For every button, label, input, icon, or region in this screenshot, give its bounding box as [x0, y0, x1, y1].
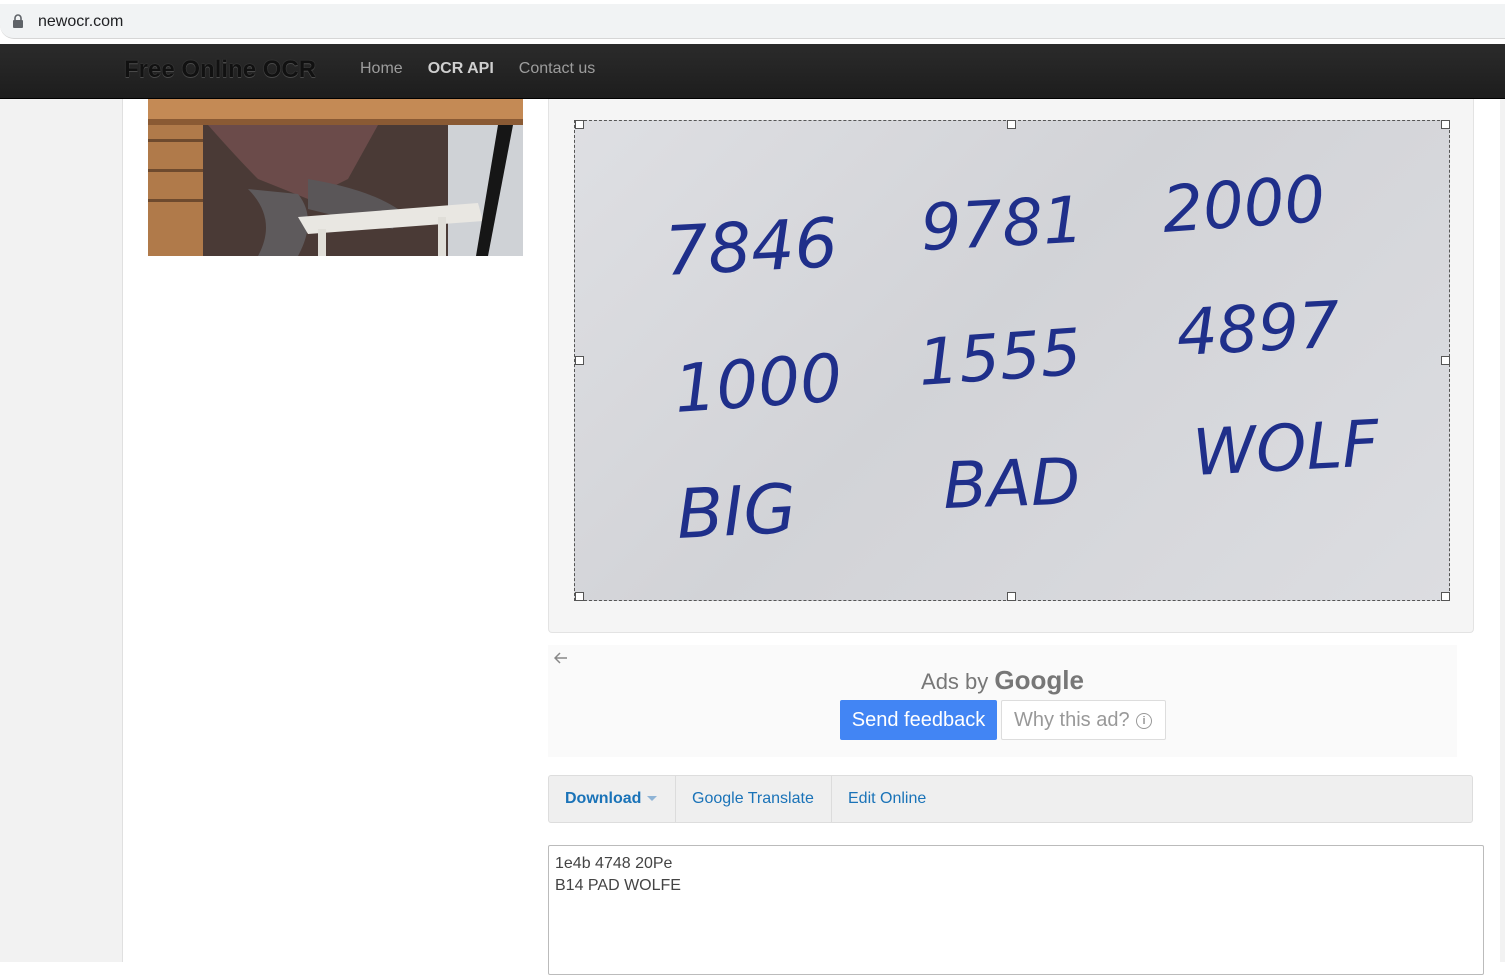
crop-handle-top-left[interactable] [575, 120, 584, 129]
address-bar[interactable]: newocr.com [0, 4, 1505, 39]
right-gutter [1500, 99, 1505, 962]
google-translate-button[interactable]: Google Translate [692, 776, 814, 822]
why-this-ad-label: Why this ad? [1014, 709, 1130, 731]
lock-icon [13, 14, 23, 28]
download-dropdown[interactable]: Download [565, 776, 658, 822]
nav-link-contact-us[interactable]: Contact us [519, 60, 595, 78]
top-navbar: Free Online OCR Home OCR API Contact us [0, 44, 1505, 99]
info-icon: i [1136, 713, 1152, 729]
nav-link-ocr-api[interactable]: OCR API [428, 60, 494, 78]
ocr-result-textarea[interactable]: 1e4b 4748 20Pe B14 PAD WOLFE [548, 845, 1484, 975]
why-this-ad-button[interactable]: Why this ad? i [1001, 700, 1166, 740]
send-feedback-button[interactable]: Send feedback [840, 700, 997, 740]
ads-by-google-label: Ads by Google [548, 665, 1457, 696]
crop-handle-right[interactable] [1441, 356, 1450, 365]
crop-selection[interactable] [574, 120, 1450, 601]
google-logo-text: Google [994, 665, 1084, 695]
url-text[interactable]: newocr.com [38, 13, 123, 31]
nav-links: Home OCR API Contact us [360, 60, 620, 78]
ads-by-text: Ads by [921, 669, 989, 694]
caret-down-icon [647, 796, 658, 802]
ad-container: Ads by Google Send feedback Why this ad?… [548, 645, 1457, 757]
side-photo [148, 99, 523, 256]
toolbar-divider [675, 776, 676, 822]
crop-handle-left[interactable] [575, 356, 584, 365]
crop-handle-bottom[interactable] [1007, 592, 1016, 601]
result-toolbar: Download Google Translate Edit Online [548, 775, 1473, 823]
toolbar-divider [831, 776, 832, 822]
crop-handle-top-right[interactable] [1441, 120, 1450, 129]
crop-handle-top[interactable] [1007, 120, 1016, 129]
edit-online-button[interactable]: Edit Online [848, 776, 926, 822]
crop-handle-bottom-right[interactable] [1441, 592, 1450, 601]
nav-link-home[interactable]: Home [360, 60, 403, 78]
site-brand[interactable]: Free Online OCR [124, 56, 316, 84]
left-gutter [0, 99, 123, 962]
download-label: Download [565, 790, 642, 807]
crop-handle-bottom-left[interactable] [575, 592, 584, 601]
back-arrow-icon[interactable] [554, 651, 568, 665]
